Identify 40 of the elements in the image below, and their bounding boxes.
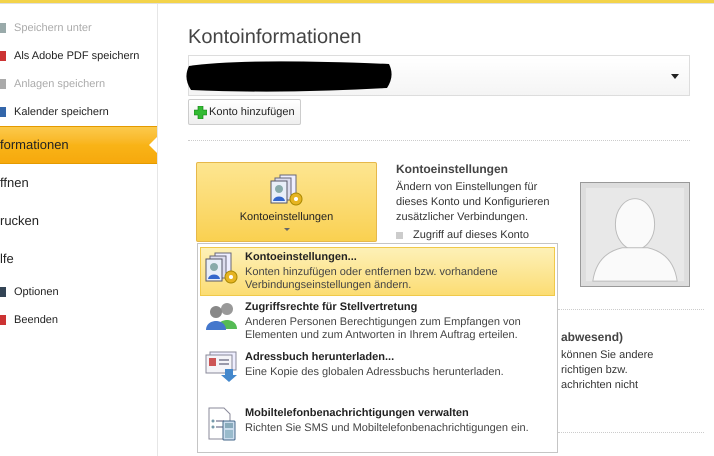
menu-item-title: Kontoeinstellungen... xyxy=(245,251,358,264)
sidebar-item[interactable]: ffnen xyxy=(0,164,157,202)
section-title: Kontoeinstellungen xyxy=(396,162,509,177)
menu-item[interactable]: Adressbuch herunterladen... Eine Kopie des globalen Adressbuchs herunterladen. xyxy=(200,347,555,387)
account-cards-gear-icon xyxy=(205,251,239,285)
menu-item-description: Konten hinzufügen oder entfernen bzw. vorhandene Verbindungseinstellungen ändern. xyxy=(245,266,499,292)
partial-text: abwesend) xyxy=(561,330,624,345)
menu-item[interactable]: Mobiltelefonbenachrichtigungen verwalten Richten Sie SMS und Mobiltelefonbenachrichtigungen ein. xyxy=(200,403,555,445)
account-settings-button[interactable]: Kontoeinstellungen xyxy=(196,162,377,242)
account-cards-gear-icon xyxy=(270,173,304,208)
menu-item[interactable]: Zugriffsrechte für Stellvertretung Anderen Personen Berechtigungen zum Empfangen von Elementen und zum Antworten in Ihrem Auftrag erteilen. xyxy=(200,297,555,346)
menu-item[interactable]: Kontoeinstellungen... Konten hinzufügen oder entfernen bzw. vorhandene Verbindungseinstellungen ändern. xyxy=(200,247,555,296)
menu-item-title: Zugriffsrechte für Stellvertretung xyxy=(245,301,418,314)
menu-item-description: Anderen Personen Berechtigungen zum Empfangen von Elementen und zum Antworten in Ihrem Auftrag erteilen. xyxy=(245,316,522,342)
bullet-icon xyxy=(396,232,403,239)
menu-item-description: Eine Kopie des globalen Adressbuchs herunterladen. xyxy=(245,366,505,379)
sidebar-item[interactable]: Als Adobe PDF speichern xyxy=(0,42,157,70)
dropdown-arrow-icon xyxy=(671,74,679,79)
sidebar-item[interactable]: lfe xyxy=(0,240,157,278)
bullet-text: Zugriff auf dieses Konto xyxy=(413,228,529,243)
sidebar-item[interactable]: rucken xyxy=(0,202,157,240)
menu-item-description: Richten Sie SMS und Mobiltelefonbenachrichtigungen ein. xyxy=(245,422,530,435)
document-phone-icon xyxy=(207,407,237,441)
two-people-icon xyxy=(205,301,239,331)
sidebar-item[interactable]: formationen xyxy=(0,126,157,164)
account-dropdown[interactable] xyxy=(188,55,690,96)
partial-text: richtigen bzw. xyxy=(561,363,629,378)
sidebar-item[interactable]: Kalender speichern xyxy=(0,98,157,126)
add-account-button[interactable]: Konto hinzufügen xyxy=(188,99,301,125)
sidebar-item[interactable]: Optionen xyxy=(0,278,157,306)
plus-icon xyxy=(194,106,207,118)
address-card-download-icon xyxy=(205,351,239,383)
page-title: Kontoinformationen xyxy=(188,25,362,50)
section-description: Ändern von Einstellungen für dieses Konto und Konfigurieren zusätzlicher Verbindungen. xyxy=(396,180,550,225)
menu-item-title: Mobiltelefonbenachrichtigungen verwalten xyxy=(245,407,470,420)
partial-text: achrichten nicht xyxy=(561,378,640,393)
caret-icon xyxy=(284,228,290,231)
partial-text: können Sie andere xyxy=(561,348,654,363)
sidebar-item[interactable]: Beenden xyxy=(0,306,157,334)
menu-item-title: Adressbuch herunterladen... xyxy=(245,351,396,364)
